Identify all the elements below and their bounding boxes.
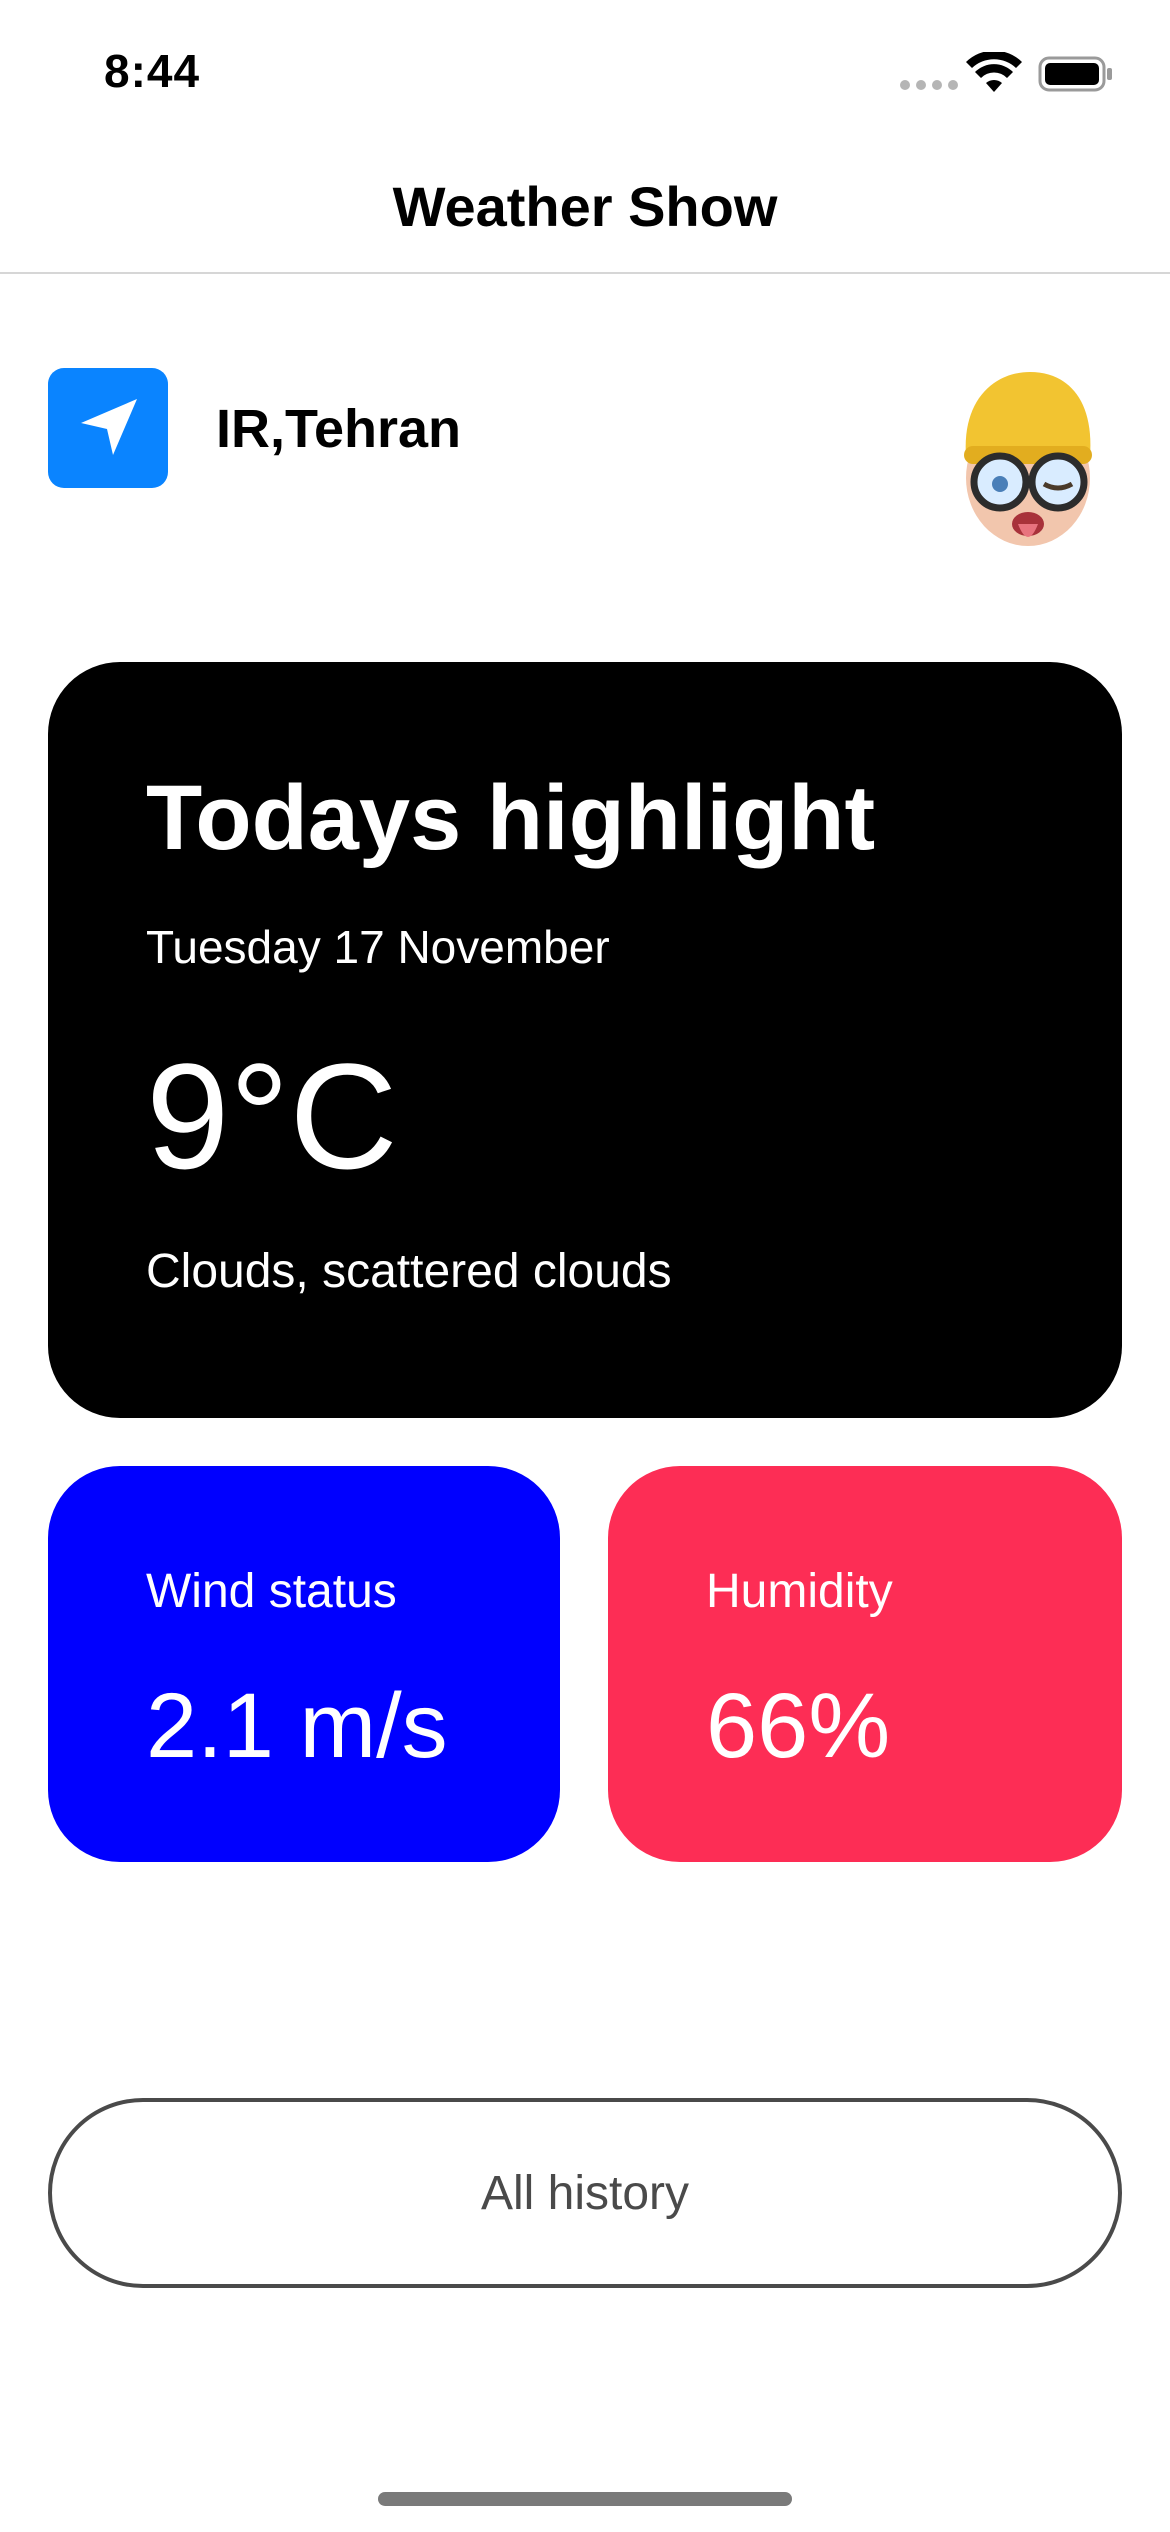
temperature-value: 9°C (146, 1032, 398, 1200)
humidity-label: Humidity (706, 1565, 893, 1618)
location-arrow-icon (81, 399, 137, 455)
wind-status-card (48, 1466, 560, 1862)
location-label: IR,Tehran (216, 399, 462, 459)
weather-description: Clouds, scattered clouds (146, 1245, 672, 1298)
wind-status-value: 2.1 m/s (146, 1675, 448, 1777)
wifi-icon (966, 52, 1022, 92)
cellular-signal-icon (900, 80, 958, 90)
battery-icon (1038, 56, 1112, 92)
status-time: 8:44 (104, 45, 201, 97)
highlight-date: Tuesday 17 November (146, 921, 610, 973)
humidity-value: 66% (706, 1675, 891, 1777)
highlight-title: Todays highlight (146, 767, 876, 869)
humidity-card (608, 1466, 1122, 1862)
all-history-label: All history (480, 2166, 690, 2220)
wind-status-label: Wind status (146, 1565, 397, 1618)
avatar[interactable] (944, 360, 1112, 550)
all-history-button[interactable]: All history (48, 2098, 1122, 2288)
nav-title: Weather Show (392, 175, 778, 238)
home-indicator[interactable] (378, 2492, 792, 2506)
nav-divider (0, 272, 1170, 274)
status-indicators (900, 52, 1120, 96)
location-button[interactable] (48, 368, 168, 488)
